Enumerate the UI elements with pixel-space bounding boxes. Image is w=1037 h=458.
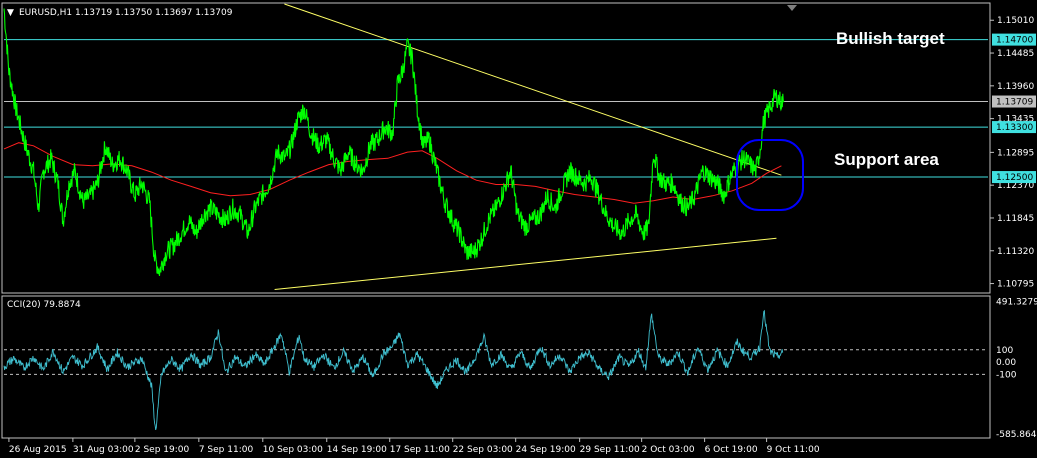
x-tick-label: 17 Sep 11:00 <box>390 445 450 455</box>
y-tick-label: 1.10795 <box>997 280 1034 290</box>
x-tick-label: 2 Sep 19:00 <box>135 445 190 455</box>
x-tick-label: 14 Sep 19:00 <box>327 445 387 455</box>
y-tick-label: 1.15010 <box>997 16 1034 26</box>
x-tick-label: 31 Aug 03:00 <box>73 445 134 455</box>
x-tick-label: 22 Sep 03:00 <box>453 445 513 455</box>
x-tick-label: 9 Oct 11:00 <box>767 445 820 455</box>
annotation-support-area: Support area <box>834 150 939 169</box>
cci-y-tick-label: 491.3279 <box>996 298 1037 308</box>
annotation-bullish-target: Bullish target <box>836 29 945 48</box>
chart-title: EURUSD,H1 1.13719 1.13750 1.13697 1.1370… <box>19 8 233 18</box>
header-arrow-icon[interactable]: ▼ <box>7 8 14 18</box>
x-tick-label: 10 Sep 03:00 <box>263 445 323 455</box>
x-tick-label: 26 Aug 2015 <box>9 445 67 455</box>
cci-y-tick-label: -585.8642 <box>996 430 1037 440</box>
x-tick-label: 6 Oct 19:00 <box>705 445 758 455</box>
y-tick-label: 1.11845 <box>997 214 1034 224</box>
price-label-text-2: 1.13300 <box>996 123 1033 133</box>
cci-title: CCI(20) 79.8874 <box>7 300 81 310</box>
x-tick-label: 7 Sep 11:00 <box>199 445 254 455</box>
chart-background <box>0 0 1037 458</box>
cci-y-tick-label: 0.00 <box>996 358 1016 368</box>
chart-canvas: 1.150101.144851.139601.134351.128951.123… <box>0 0 1037 458</box>
price-label-text-0: 1.14700 <box>996 36 1033 46</box>
y-tick-label: 1.11320 <box>997 247 1034 257</box>
y-tick-label: 1.13960 <box>997 82 1034 92</box>
x-tick-label: 2 Oct 03:00 <box>642 445 695 455</box>
y-tick-label: 1.14485 <box>997 49 1034 59</box>
price-label-text-3: 1.12500 <box>996 173 1033 183</box>
price-label-text-1: 1.13709 <box>996 98 1033 108</box>
y-tick-label: 1.12895 <box>997 148 1034 158</box>
cci-y-tick-label: 100 <box>996 346 1013 356</box>
x-tick-label: 24 Sep 19:00 <box>516 445 576 455</box>
x-tick-label: 29 Sep 11:00 <box>580 445 640 455</box>
cci-y-tick-label: -100 <box>996 370 1017 380</box>
